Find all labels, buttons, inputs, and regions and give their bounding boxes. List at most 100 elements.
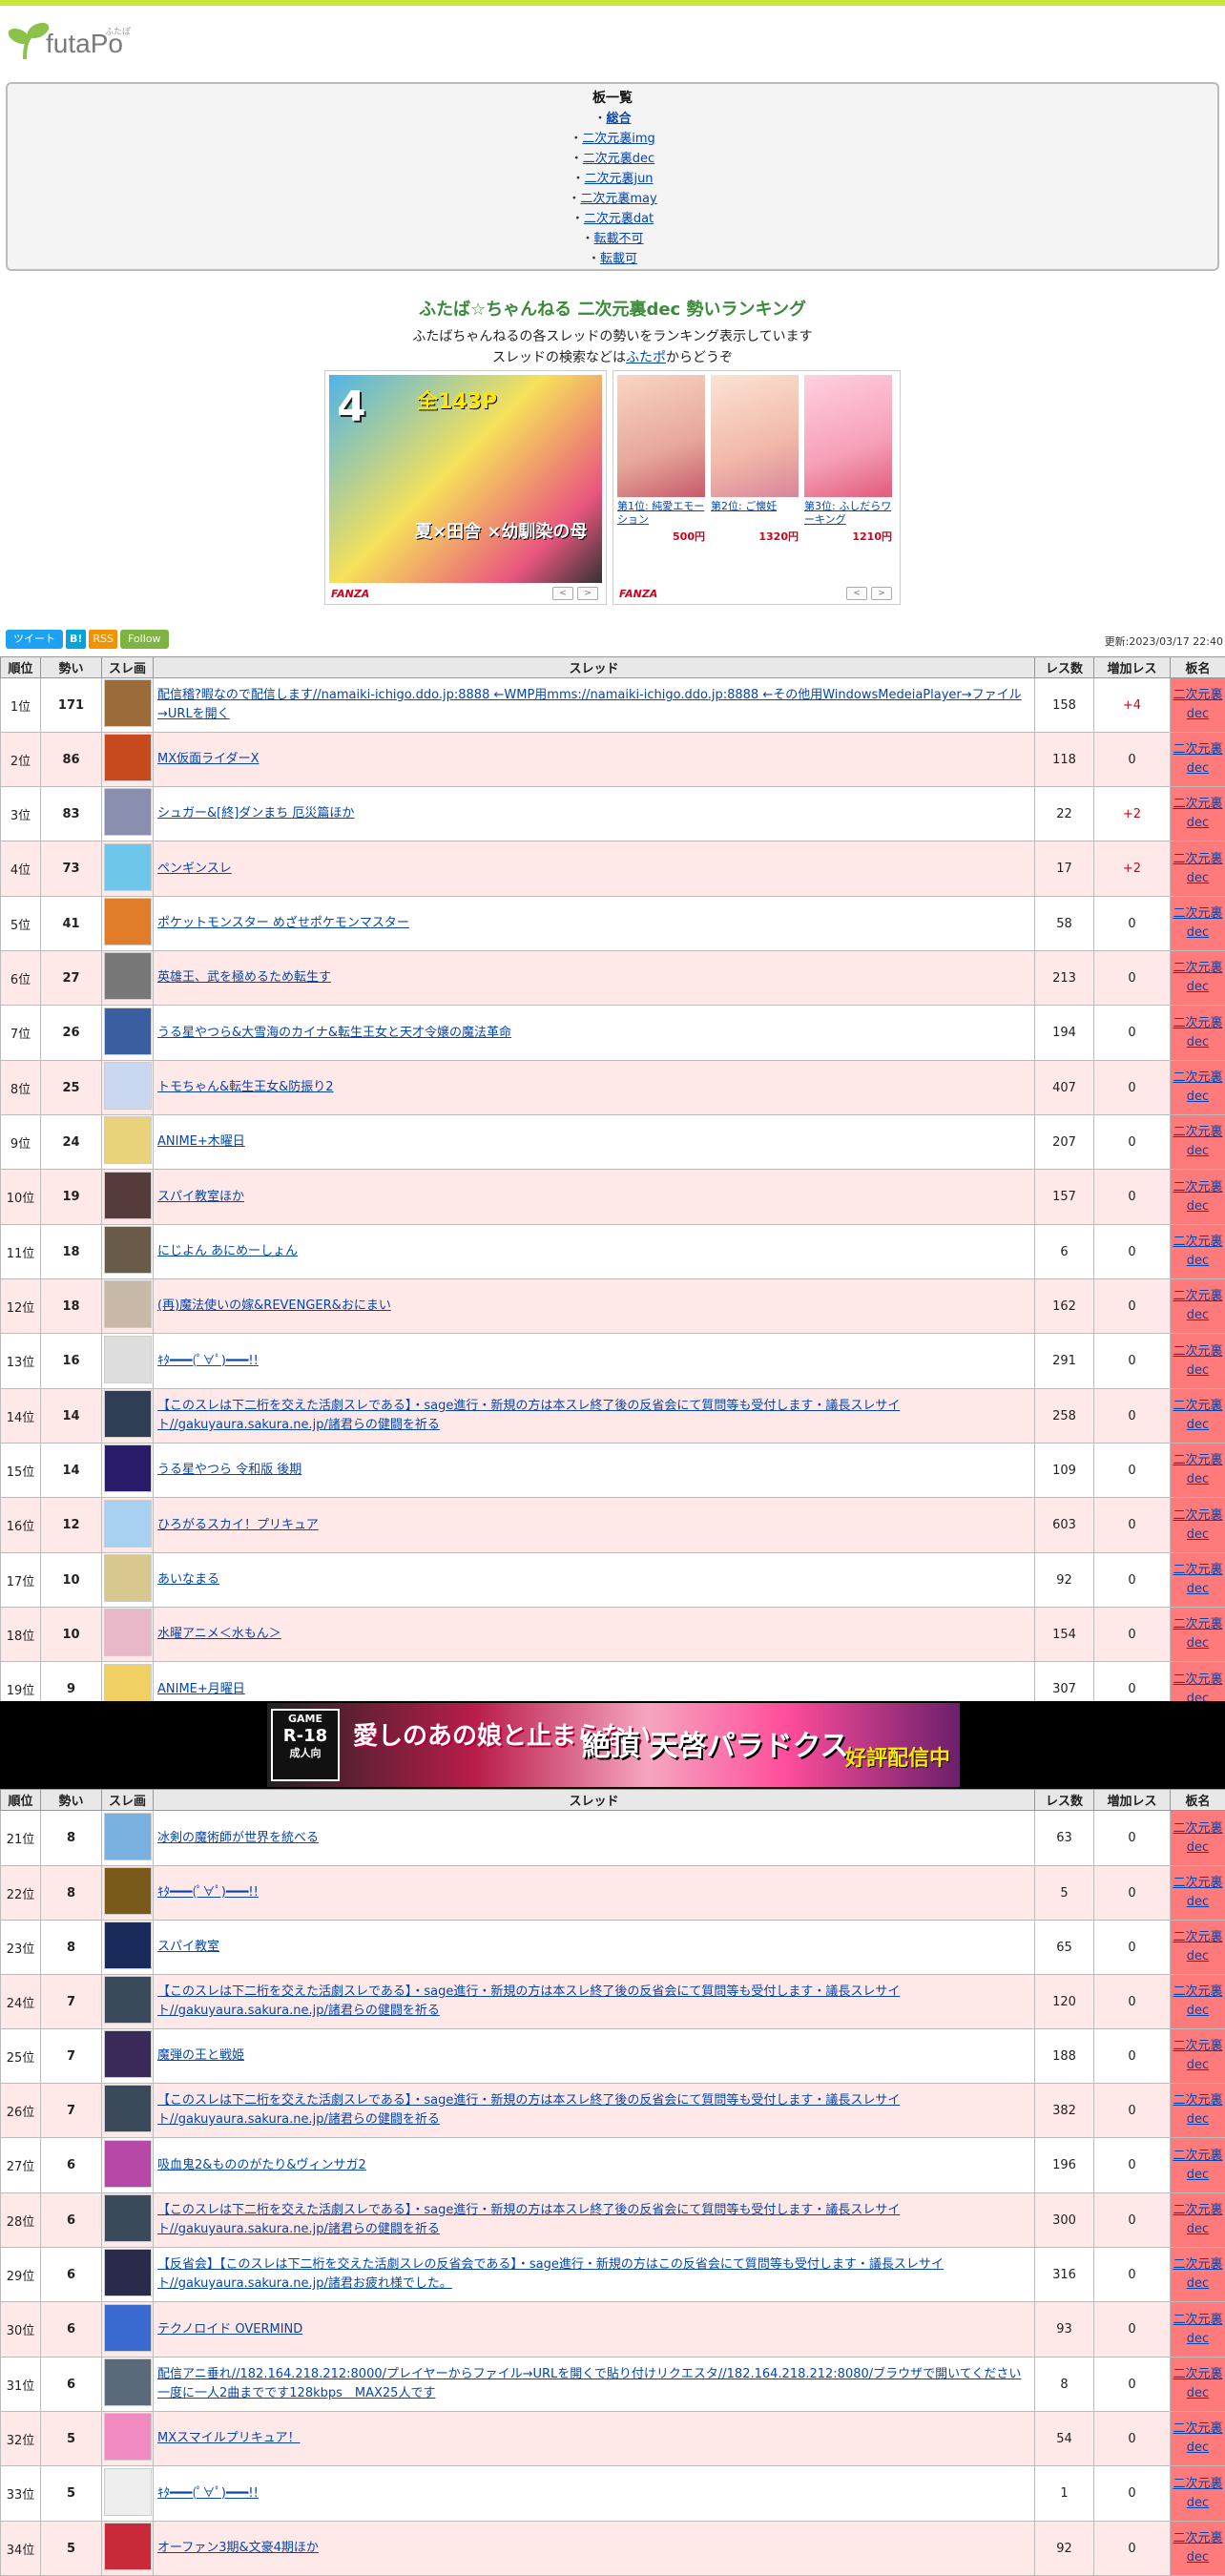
thread-link[interactable]: 【反省会】【このスレは下二桁を交えた活劇スレの反省会である】・sage進行・新規… (157, 2257, 944, 2291)
thread-thumbnail[interactable] (104, 1976, 152, 2024)
board-link[interactable]: 二次元裏dat (584, 212, 654, 226)
game-ad-banner[interactable]: GAMER-18成人向 愛しのあの娘と止まらない 絶頂 天啓パラドクス 好評配信… (0, 1701, 1225, 1789)
thread-link[interactable]: にじよん あにめーしょん (157, 1244, 298, 1258)
thumbnail-cell[interactable] (102, 1921, 154, 1975)
product-name[interactable]: 第1位: 純愛エモーション (617, 500, 705, 529)
thread-thumbnail[interactable] (104, 1008, 152, 1055)
thread-link[interactable]: トモちゃん&転生王女&防振り2 (157, 1080, 334, 1094)
next-icon[interactable]: > (577, 587, 598, 600)
thread-thumbnail[interactable] (104, 1172, 152, 1219)
board-name-link[interactable]: 二次元裏dec (1173, 1508, 1222, 1542)
board-name-link[interactable]: 二次元裏dec (1173, 961, 1222, 994)
board-name-link[interactable]: 二次元裏dec (1173, 2531, 1222, 2565)
thread-thumbnail[interactable] (104, 1390, 152, 1438)
thumbnail-cell[interactable] (102, 1553, 154, 1608)
thread-link[interactable]: あいなまる (157, 1572, 219, 1587)
thread-link[interactable]: うる星やつら 令和版 後期 (157, 1463, 301, 1477)
board-link[interactable]: 二次元裏img (582, 132, 655, 146)
board-name-link[interactable]: 二次元裏dec (1173, 2477, 1222, 2510)
product-image[interactable] (711, 375, 799, 497)
thread-link[interactable]: ひろがるスカイ！プリキュア (157, 1518, 319, 1532)
thumbnail-cell[interactable] (102, 2466, 154, 2522)
thumbnail-cell[interactable] (102, 1811, 154, 1866)
board-name-link[interactable]: 二次元裏dec (1173, 2149, 1222, 2182)
thumbnail-cell[interactable] (102, 1061, 154, 1115)
board-name-link[interactable]: 二次元裏dec (1173, 1930, 1222, 1963)
product-image[interactable] (617, 375, 705, 497)
thumbnail-cell[interactable] (102, 1498, 154, 1553)
thread-link[interactable]: ｷﾀ━━━(ﾟ∀ﾟ)━━━!! (157, 2486, 259, 2501)
board-name-link[interactable]: 二次元裏dec (1173, 1180, 1222, 1214)
board-name-link[interactable]: 二次元裏dec (1173, 1289, 1222, 1322)
thread-thumbnail[interactable] (104, 1062, 152, 1110)
thread-link[interactable]: スパイ教室ほか (157, 1190, 244, 1204)
board-name-link[interactable]: 二次元裏dec (1173, 2203, 1222, 2236)
ad-image[interactable]: 4 全143P 夏×田舎 ×幼馴染の母 (329, 375, 602, 583)
tweet-button[interactable]: ツイート (6, 630, 63, 649)
product-image[interactable] (804, 375, 892, 497)
thread-link[interactable]: 魔弾の王と戦姫 (157, 2048, 244, 2063)
thread-link[interactable]: 【このスレは下二桁を交えた活劇スレである】・sage進行・新規の方は本スレ終了後… (157, 2093, 900, 2127)
board-name-link[interactable]: 二次元裏dec (1173, 1399, 1222, 1432)
board-name-link[interactable]: 二次元裏dec (1173, 1563, 1222, 1596)
thumbnail-cell[interactable] (102, 1115, 154, 1170)
thread-thumbnail[interactable] (104, 2140, 152, 2188)
prev-icon[interactable]: < (552, 587, 573, 600)
thumbnail-cell[interactable] (102, 2302, 154, 2358)
thread-thumbnail[interactable] (104, 843, 152, 891)
thread-link[interactable]: ｷﾀ━━━(ﾟ∀ﾟ)━━━!! (157, 1354, 259, 1368)
thumbnail-cell[interactable] (102, 2029, 154, 2084)
board-link[interactable]: 二次元裏jun (584, 172, 653, 186)
board-link[interactable]: 二次元裏may (580, 192, 656, 206)
thread-link[interactable]: 【このスレは下二桁を交えた活劇スレである】・sage進行・新規の方は本スレ終了後… (157, 1984, 900, 2018)
thread-thumbnail[interactable] (104, 1922, 152, 1969)
thumbnail-cell[interactable] (102, 1225, 154, 1279)
board-name-link[interactable]: 二次元裏dec (1173, 1125, 1222, 1158)
follow-button[interactable]: Follow (120, 630, 169, 649)
thread-thumbnail[interactable] (104, 1500, 152, 1548)
thread-link[interactable]: 吸血鬼2&もののがたり&ヴィンサガ2 (157, 2158, 366, 2172)
thread-thumbnail[interactable] (104, 1609, 152, 1656)
product-name[interactable]: 第3位: ふしだらワーキング (804, 500, 892, 529)
thread-thumbnail[interactable] (104, 2304, 152, 2352)
board-name-link[interactable]: 二次元裏dec (1173, 2257, 1222, 2291)
thread-thumbnail[interactable] (104, 2030, 152, 2078)
thread-thumbnail[interactable] (104, 1226, 152, 1274)
thread-thumbnail[interactable] (104, 1554, 152, 1602)
thumbnail-cell[interactable] (102, 1279, 154, 1334)
board-link[interactable]: 転載可 (600, 252, 637, 266)
thumbnail-cell[interactable] (102, 787, 154, 841)
thread-link[interactable]: MXスマイルプリキュア！ (157, 2431, 300, 2445)
thread-thumbnail[interactable] (104, 2194, 152, 2242)
board-name-link[interactable]: 二次元裏dec (1173, 1876, 1222, 1909)
thumbnail-cell[interactable] (102, 1866, 154, 1921)
thread-thumbnail[interactable] (104, 2085, 152, 2132)
thumbnail-cell[interactable] (102, 1334, 154, 1389)
thread-link[interactable]: ポケットモンスター めざせポケモンマスター (157, 916, 409, 930)
board-link[interactable]: 総合 (607, 112, 632, 126)
product-name[interactable]: 第2位: ご懐妊 (711, 500, 799, 529)
board-name-link[interactable]: 二次元裏dec (1173, 1070, 1222, 1104)
hatena-bookmark-button[interactable]: B! (66, 630, 86, 649)
thread-thumbnail[interactable] (104, 788, 152, 836)
prev-icon[interactable]: < (846, 587, 867, 600)
thread-link[interactable]: うる星やつら&大雪海のカイナ&転生王女と天才令嬢の魔法革命 (157, 1026, 511, 1040)
thread-thumbnail[interactable] (104, 679, 152, 727)
thumbnail-cell[interactable] (102, 2248, 154, 2302)
thumbnail-cell[interactable] (102, 733, 154, 787)
thread-link[interactable]: ペンギンスレ (157, 862, 232, 876)
board-name-link[interactable]: 二次元裏dec (1173, 1984, 1222, 2018)
thumbnail-cell[interactable] (102, 1975, 154, 2029)
ad-product[interactable]: 第2位: ご懐妊1320円 (711, 375, 799, 544)
thread-link[interactable]: 水曜アニメ＜水もん＞ (157, 1627, 281, 1641)
board-name-link[interactable]: 二次元裏dec (1173, 852, 1222, 885)
board-name-link[interactable]: 二次元裏dec (1173, 2093, 1222, 2127)
board-name-link[interactable]: 二次元裏dec (1173, 797, 1222, 830)
rss-icon[interactable]: RSS (89, 630, 117, 649)
thumbnail-cell[interactable] (102, 2138, 154, 2193)
thumbnail-cell[interactable] (102, 1170, 154, 1225)
thumbnail-cell[interactable] (102, 897, 154, 951)
thread-link[interactable]: ｷﾀ━━━(ﾟ∀ﾟ)━━━!! (157, 1885, 259, 1900)
thread-link[interactable]: テクノロイド OVERMIND (157, 2322, 302, 2337)
thread-thumbnail[interactable] (104, 2523, 152, 2570)
